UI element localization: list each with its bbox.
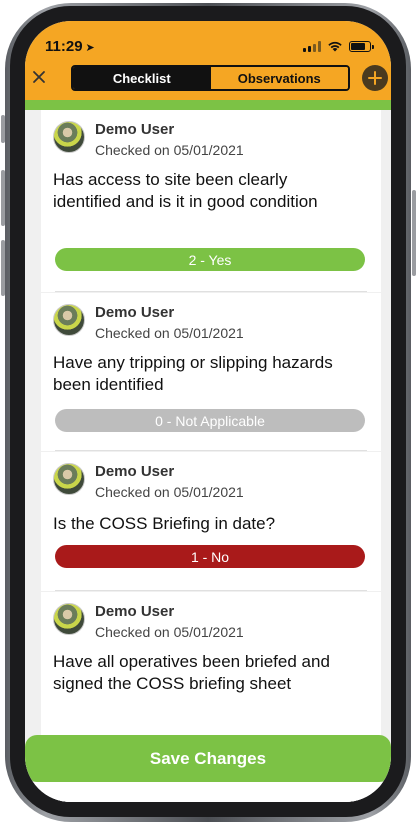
answer-badge-no[interactable]: 1 - No bbox=[55, 545, 365, 568]
device-mockup: 11:29 ➤ Checklist Observations Demo User… bbox=[0, 0, 420, 827]
close-button[interactable] bbox=[29, 67, 49, 87]
answer-badge-yes[interactable]: 2 - Yes bbox=[55, 248, 365, 271]
status-time-text: 11:29 bbox=[45, 38, 83, 55]
divider bbox=[55, 291, 367, 292]
checklist-list: Demo User Checked on 05/01/2021 Has acce… bbox=[25, 110, 391, 802]
power-button bbox=[412, 190, 416, 276]
user-name: Demo User bbox=[95, 121, 175, 138]
segmented-tabs: Checklist Observations bbox=[71, 65, 350, 91]
avatar bbox=[53, 304, 85, 336]
wifi-icon bbox=[328, 41, 342, 52]
bottom-safe-area bbox=[25, 782, 391, 802]
battery-icon bbox=[349, 40, 374, 52]
checked-date: Checked on 05/01/2021 bbox=[95, 484, 244, 500]
phone-screen: 11:29 ➤ Checklist Observations Demo User… bbox=[25, 21, 391, 802]
user-row: Demo User Checked on 05/01/2021 bbox=[53, 463, 244, 501]
location-arrow-icon: ➤ bbox=[85, 42, 95, 54]
checked-date: Checked on 05/01/2021 bbox=[95, 142, 244, 158]
user-name: Demo User bbox=[95, 463, 175, 480]
avatar bbox=[53, 121, 85, 153]
tab-checklist[interactable]: Checklist bbox=[73, 67, 211, 89]
list-item: Demo User Checked on 05/01/2021 Has acce… bbox=[41, 110, 381, 292]
answer-badge-not-applicable[interactable]: 0 - Not Applicable bbox=[55, 409, 365, 432]
header-accent-strip bbox=[25, 100, 391, 110]
app-header: 11:29 ➤ Checklist Observations bbox=[25, 21, 391, 100]
avatar bbox=[53, 603, 85, 635]
question-text: Have all operatives been briefed and sig… bbox=[53, 652, 330, 693]
divider bbox=[55, 590, 367, 591]
tab-observations[interactable]: Observations bbox=[210, 67, 348, 89]
plus-icon bbox=[368, 71, 382, 85]
list-item: Demo User Checked on 05/01/2021 Have any… bbox=[41, 293, 381, 451]
question-text: Have any tripping or slipping hazards be… bbox=[53, 353, 333, 394]
user-name: Demo User bbox=[95, 603, 175, 620]
avatar bbox=[53, 463, 85, 495]
list-item: Demo User Checked on 05/01/2021 Is the C… bbox=[41, 452, 381, 591]
divider bbox=[55, 450, 367, 451]
user-row: Demo User Checked on 05/01/2021 bbox=[53, 603, 244, 641]
save-changes-button[interactable]: Save Changes bbox=[25, 735, 391, 782]
user-row: Demo User Checked on 05/01/2021 bbox=[53, 121, 244, 159]
close-icon bbox=[33, 71, 45, 83]
status-bar-icons bbox=[303, 40, 374, 52]
checked-date: Checked on 05/01/2021 bbox=[95, 325, 244, 341]
question-text: Is the COSS Briefing in date? bbox=[53, 514, 276, 533]
add-button[interactable] bbox=[362, 65, 388, 91]
status-bar-time: 11:29 ➤ bbox=[45, 38, 95, 55]
checked-date: Checked on 05/01/2021 bbox=[95, 624, 244, 640]
cellular-signal-icon bbox=[303, 40, 321, 52]
user-row: Demo User Checked on 05/01/2021 bbox=[53, 304, 244, 342]
question-text: Has access to site been clearly identifi… bbox=[53, 170, 318, 211]
user-name: Demo User bbox=[95, 304, 175, 321]
